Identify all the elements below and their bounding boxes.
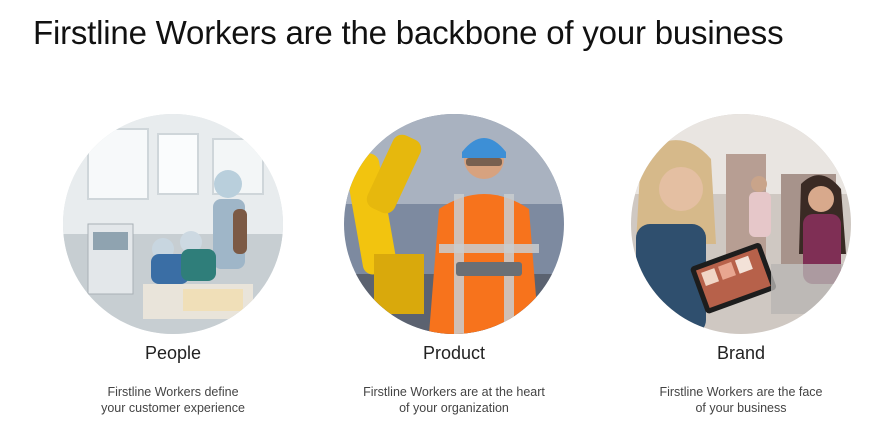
page-title: Firstline Workers are the backbone of yo… <box>33 14 784 51</box>
card-description-product: Firstline Workers are at the heart of yo… <box>304 384 604 416</box>
card-description-line: of your business <box>695 401 787 415</box>
retail-store-photo <box>631 114 851 334</box>
card-description-line: Firstline Workers are at the heart <box>363 385 545 399</box>
card-description-line: your customer experience <box>101 401 245 415</box>
card-description-brand: Firstline Workers are the face of your b… <box>591 384 888 416</box>
card-title-brand: Brand <box>716 343 766 363</box>
product-card: Product Firstline Workers are at the hea… <box>304 114 604 416</box>
card-description-line: Firstline Workers define <box>107 385 239 399</box>
card-title-product: Product <box>422 343 486 363</box>
brand-card: Brand Firstline Workers are the face of … <box>591 114 888 416</box>
healthcare-team-photo <box>63 114 283 334</box>
people-card: People Firstline Workers define your cus… <box>23 114 323 416</box>
card-title-people: People <box>144 343 202 363</box>
card-description-line: of your organization <box>399 401 509 415</box>
factory-worker-photo <box>344 114 564 334</box>
card-description-people: Firstline Workers define your customer e… <box>23 384 323 416</box>
card-description-line: Firstline Workers are the face <box>659 385 823 399</box>
